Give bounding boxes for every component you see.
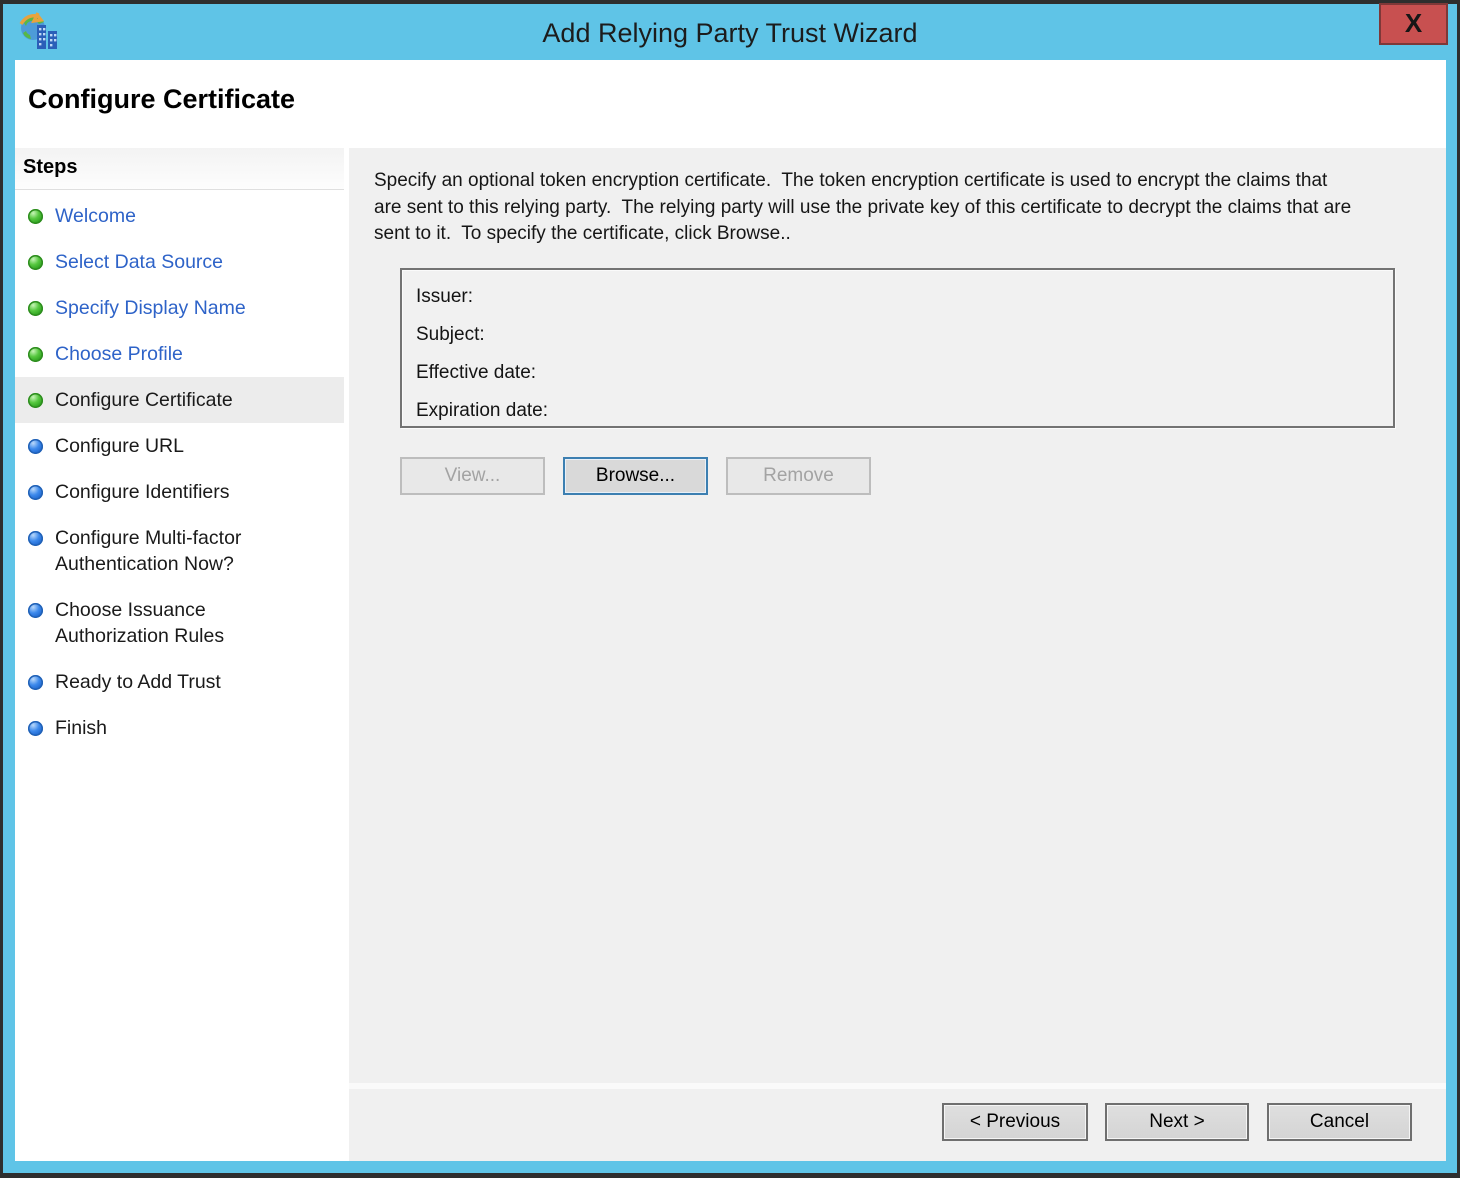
steps-list: Welcome Select Data Source Specify Displ… (15, 190, 344, 751)
wizard-window: Add Relying Party Trust Wizard X Configu… (3, 3, 1457, 1173)
instructions-text: Specify an optional token encryption cer… (374, 170, 1357, 244)
step-label: Configure URL (55, 435, 184, 457)
close-button[interactable]: X (1379, 3, 1448, 45)
cancel-button[interactable]: Cancel (1267, 1103, 1412, 1141)
step-bullet-icon (28, 675, 43, 690)
step-item-configure-identifiers: Configure Identifiers (15, 469, 344, 515)
step-bullet-icon (28, 603, 43, 618)
step-item-choose-profile[interactable]: Choose Profile (15, 331, 344, 377)
content-panel: Specify an optional token encryption cer… (349, 148, 1446, 1083)
title-bar: Add Relying Party Trust Wizard X (3, 3, 1457, 60)
next-button[interactable]: Next > (1105, 1103, 1249, 1141)
step-bullet-icon (28, 485, 43, 500)
certificate-field-label: Issuer: (416, 286, 474, 307)
step-bullet-icon (28, 531, 43, 546)
certificate-field-row: Issuer: (402, 278, 1393, 316)
step-item-configure-url: Configure URL (15, 423, 344, 469)
certificate-field-row: Subject: (402, 316, 1393, 354)
step-label: Select Data Source (55, 251, 224, 273)
steps-sidebar: Steps Welcome Select Data Source Specify… (15, 148, 344, 1161)
step-item-choose-issuance-authorization-rules: Choose Issuance Authorization Rules (15, 587, 344, 659)
step-bullet-icon (28, 439, 43, 454)
certificate-field-label: Subject: (416, 324, 485, 345)
previous-button[interactable]: < Previous (942, 1103, 1088, 1141)
step-bullet-icon (28, 721, 43, 736)
step-bullet-icon (28, 393, 43, 408)
step-item-welcome[interactable]: Welcome (15, 193, 344, 239)
step-item-ready-to-add-trust: Ready to Add Trust (15, 659, 344, 705)
step-label: Configure Multi-factor Authentication No… (55, 527, 242, 575)
certificate-field-label: Effective date: (416, 362, 537, 383)
steps-heading: Steps (23, 156, 78, 178)
page-title: Configure Certificate (28, 84, 296, 114)
certificate-field-row: Expiration date: (402, 392, 1393, 430)
step-bullet-icon (28, 301, 43, 316)
step-label: Ready to Add Trust (55, 671, 221, 693)
step-bullet-icon (28, 347, 43, 362)
step-label: Welcome (55, 205, 136, 227)
certificate-info-box: Issuer: Subject: Effective date: Expirat… (400, 268, 1395, 428)
step-item-select-data-source[interactable]: Select Data Source (15, 239, 344, 285)
footer-bar: < Previous Next > Cancel (349, 1089, 1446, 1161)
step-item-finish: Finish (15, 705, 344, 751)
certificate-action-buttons: View... Browse... Remove (400, 457, 889, 495)
window-title: Add Relying Party Trust Wizard (542, 18, 918, 48)
browse-button[interactable]: Browse... (563, 457, 708, 495)
step-item-specify-display-name[interactable]: Specify Display Name (15, 285, 344, 331)
step-label: Choose Profile (55, 343, 183, 365)
step-bullet-icon (28, 255, 43, 270)
step-item-configure-certificate: Configure Certificate (15, 377, 344, 423)
step-label: Specify Display Name (55, 297, 246, 319)
step-bullet-icon (28, 209, 43, 224)
step-label: Configure Identifiers (55, 481, 230, 503)
step-label: Finish (55, 717, 108, 739)
certificate-field-label: Expiration date: (416, 400, 549, 421)
certificate-field-row: Effective date: (402, 354, 1393, 392)
steps-header: Steps (15, 148, 344, 190)
view-button[interactable]: View... (400, 457, 545, 495)
wizard-body: Configure Certificate Steps Welcome Sele… (15, 60, 1446, 1161)
step-label: Configure Certificate (55, 389, 233, 411)
step-item-configure-multi-factor-authentication-now: Configure Multi-factor Authentication No… (15, 515, 344, 587)
remove-button[interactable]: Remove (726, 457, 871, 495)
page-header: Configure Certificate (15, 60, 1446, 148)
step-label: Choose Issuance Authorization Rules (55, 599, 225, 647)
